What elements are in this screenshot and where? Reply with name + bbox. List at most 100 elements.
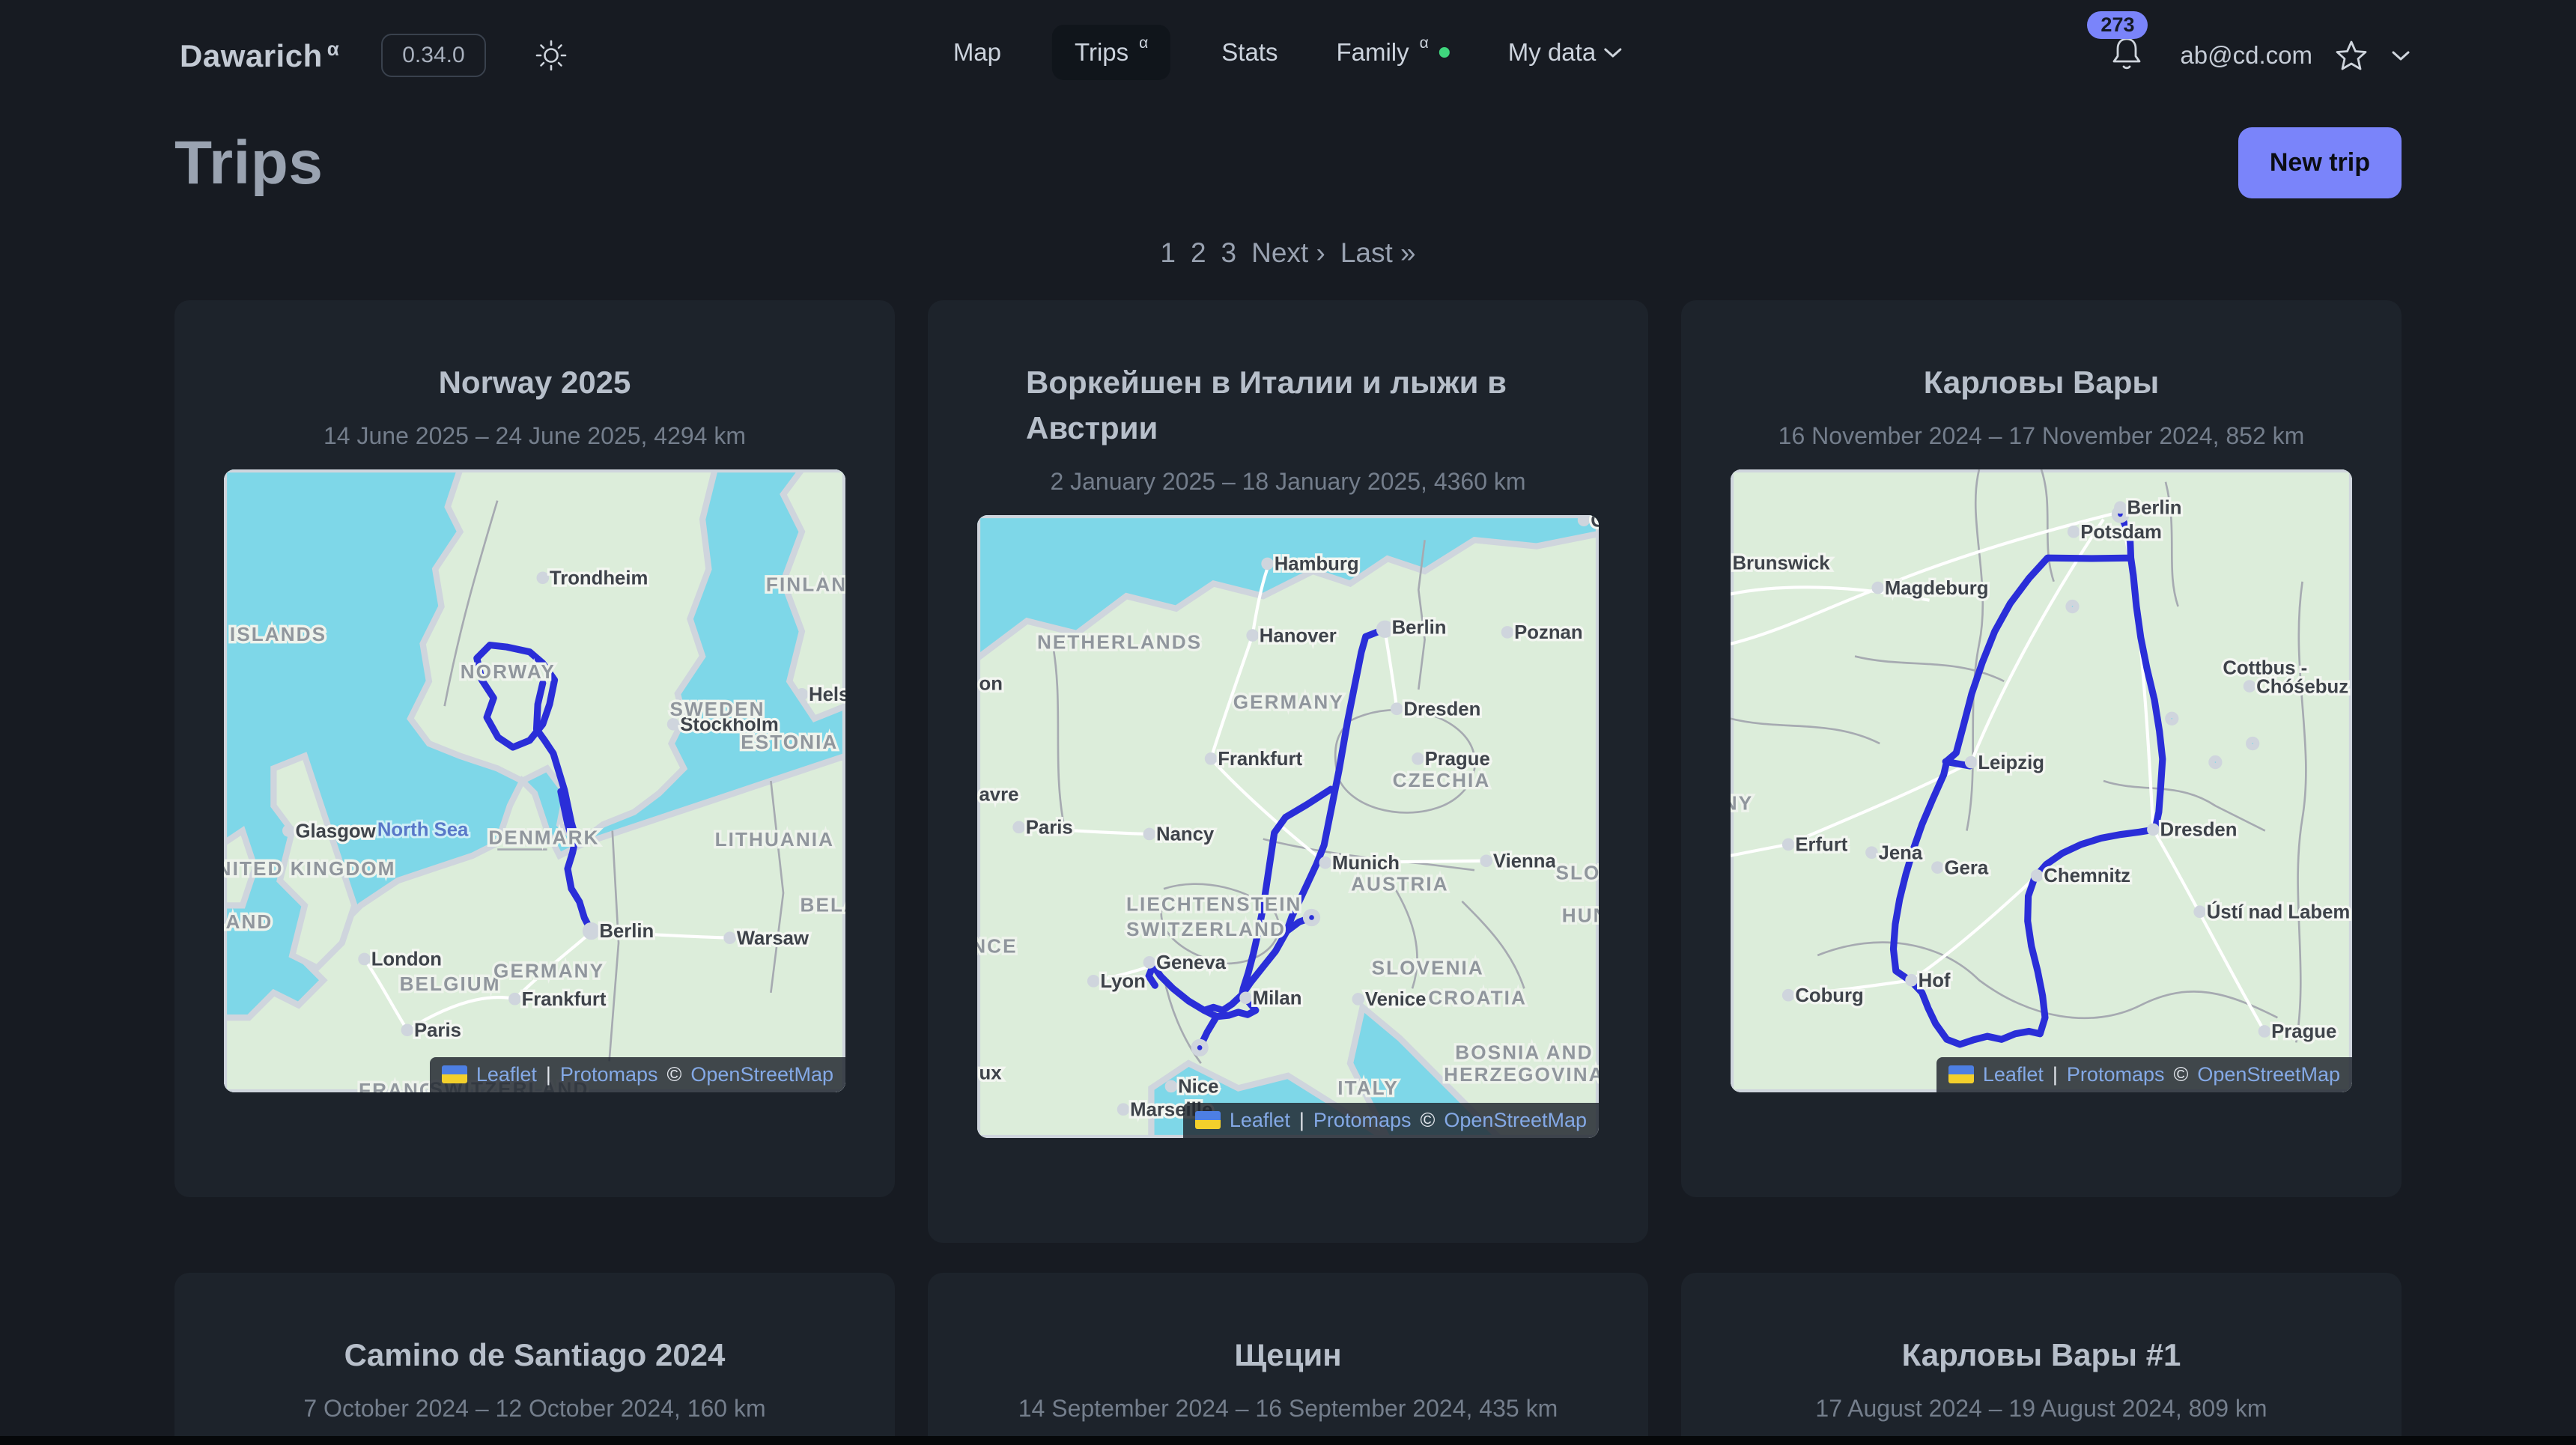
sun-icon <box>534 38 568 73</box>
map-attribution: Leaflet | Protomaps © OpenStreetMap <box>430 1057 845 1092</box>
svg-text:Frankfurt: Frankfurt <box>522 989 607 1010</box>
svg-text:NY: NY <box>1731 792 1753 815</box>
main-nav: Map Tripsα Stats Familyα My data <box>946 25 1630 80</box>
osm-link[interactable]: OpenStreetMap <box>690 1063 833 1086</box>
svg-text:Prague: Prague <box>1425 749 1490 770</box>
account-email[interactable]: ab@cd.com <box>2180 41 2312 70</box>
trip-dates: 14 June 2025 – 24 June 2025, 4294 km <box>224 422 845 450</box>
svg-text:Geneva: Geneva <box>1156 952 1227 973</box>
new-trip-button[interactable]: New trip <box>2238 127 2402 198</box>
account-menu-button[interactable] <box>2390 49 2411 62</box>
svg-text:Venice: Venice <box>1365 989 1427 1010</box>
svg-text:Poznan: Poznan <box>1514 622 1582 643</box>
trip-dates: 17 August 2024 – 19 August 2024, 809 km <box>1731 1395 2352 1423</box>
brand-name: Dawarich <box>180 38 323 73</box>
viewport-bottom-strip <box>0 1436 2576 1445</box>
alpha-badge: α <box>327 37 339 60</box>
svg-text:Prague: Prague <box>2271 1021 2336 1042</box>
svg-text:Hanover: Hanover <box>1260 625 1337 646</box>
svg-text:Erfurt: Erfurt <box>1795 834 1847 855</box>
notifications-button[interactable]: 273 <box>2108 34 2145 78</box>
nav-item-family[interactable]: Familyα <box>1328 26 1456 79</box>
protomaps-link[interactable]: Protomaps <box>2067 1063 2165 1086</box>
trips-page: Trips New trip 1 2 3 Next › Last » Norwa… <box>0 127 2576 1445</box>
svg-text:Milan: Milan <box>1253 988 1302 1009</box>
svg-text:Paris: Paris <box>414 1020 461 1041</box>
svg-text:FINLAND: FINLAND <box>766 574 845 596</box>
trip-title: Camino de Santiago 2024 <box>224 1333 845 1378</box>
svg-text:SLOVA: SLOVA <box>1555 861 1599 883</box>
svg-text:Vienna: Vienna <box>1493 851 1557 871</box>
nav-item-stats[interactable]: Stats <box>1214 26 1285 79</box>
trip-card-norway-2025[interactable]: Norway 2025 14 June 2025 – 24 June 2025,… <box>174 300 895 1197</box>
trip-card-szczecin[interactable]: Щецин 14 September 2024 – 16 September 2… <box>928 1273 1648 1445</box>
page-link-next[interactable]: Next › <box>1251 237 1325 269</box>
notifications-count-badge: 273 <box>2087 11 2148 39</box>
protomaps-link[interactable]: Protomaps <box>1313 1109 1412 1132</box>
page-link-1[interactable]: 1 <box>1160 237 1176 269</box>
svg-text:Glasgow: Glasgow <box>295 821 376 842</box>
trip-card-camino-de-santiago[interactable]: Camino de Santiago 2024 7 October 2024 –… <box>174 1273 895 1445</box>
app-logo[interactable]: Dawarichα <box>180 37 339 74</box>
ukraine-flag-icon <box>1195 1111 1221 1129</box>
svg-text:Hamburg: Hamburg <box>1275 553 1359 574</box>
trip-map[interactable]: TrondheimStockholmHelsinGlasgowLondonWar… <box>224 469 845 1092</box>
svg-text:Magdeburg: Magdeburg <box>1885 578 1989 599</box>
map-attribution: Leaflet | Protomaps © OpenStreetMap <box>1936 1057 2352 1092</box>
svg-text:NORWAY: NORWAY <box>461 660 556 683</box>
svg-text:Gera: Gera <box>1945 857 1989 878</box>
map-canvas: TrondheimStockholmHelsinGlasgowLondonWar… <box>224 469 845 1092</box>
trip-dates: 16 November 2024 – 17 November 2024, 852… <box>1731 422 2352 450</box>
attribution-separator: | <box>1299 1109 1304 1132</box>
page-link-2[interactable]: 2 <box>1191 237 1206 269</box>
svg-text:London: London <box>371 949 442 970</box>
svg-text:DENMARK: DENMARK <box>488 826 599 848</box>
svg-text:HERZEGOVINA: HERZEGOVINA <box>1444 1063 1599 1086</box>
trip-map[interactable]: BerlinPotsdamBrunswickMagdeburgCottbus -… <box>1731 469 2352 1092</box>
nav-item-map[interactable]: Map <box>946 26 1009 79</box>
pagination: 1 2 3 Next › Last » <box>174 237 2402 269</box>
svg-text:ITALY: ITALY <box>1337 1077 1399 1099</box>
trip-card-italy-austria[interactable]: Воркейшен в Италии и лыжи в Австрии 2 Ja… <box>928 300 1648 1243</box>
ukraine-flag-icon <box>442 1065 467 1083</box>
attribution-separator: | <box>2053 1063 2058 1086</box>
svg-text:Lyon: Lyon <box>1100 971 1145 992</box>
nav-item-my-data[interactable]: My data <box>1501 26 1630 79</box>
nav-item-trips[interactable]: Tripsα <box>1052 25 1170 80</box>
osm-link[interactable]: OpenStreetMap <box>2197 1063 2340 1086</box>
theme-toggle-button[interactable] <box>534 38 568 73</box>
page-link-3[interactable]: 3 <box>1221 237 1237 269</box>
ukraine-flag-icon <box>1948 1065 1974 1083</box>
copyright-symbol: © <box>666 1063 681 1086</box>
svg-text:North Sea: North Sea <box>377 819 469 840</box>
trip-map[interactable]: GdaHamburgHanoverBerlinPoznanDresdenFran… <box>977 515 1599 1138</box>
leaflet-link[interactable]: Leaflet <box>1230 1109 1290 1132</box>
trip-card-karlovy-vary-1[interactable]: Карловы Вары #1 17 August 2024 – 19 Augu… <box>1681 1273 2402 1445</box>
svg-text:Gda: Gda <box>1591 515 1599 531</box>
protomaps-link[interactable]: Protomaps <box>560 1063 658 1086</box>
svg-text:Ústí nad Labem: Ústí nad Labem <box>2207 900 2351 922</box>
svg-text:Chemnitz: Chemnitz <box>2044 866 2130 886</box>
leaflet-link[interactable]: Leaflet <box>476 1063 537 1086</box>
svg-text:LAND: LAND <box>224 910 273 933</box>
svg-text:avre: avre <box>979 784 1018 805</box>
svg-text:Berlin: Berlin <box>2127 497 2182 518</box>
svg-text:AUSTRIA: AUSTRIA <box>1351 872 1449 895</box>
page-link-last[interactable]: Last » <box>1340 237 1416 269</box>
leaflet-link[interactable]: Leaflet <box>1983 1063 2044 1086</box>
trip-title: Norway 2025 <box>224 360 845 406</box>
svg-text:Potsdam: Potsdam <box>2080 522 2162 543</box>
favorites-button[interactable] <box>2335 40 2368 71</box>
star-icon <box>2335 40 2368 71</box>
svg-text:GERMANY: GERMANY <box>1233 690 1344 713</box>
svg-text:BELA: BELA <box>801 893 845 916</box>
trip-grid: Norway 2025 14 June 2025 – 24 June 2025,… <box>174 300 2402 1445</box>
svg-text:E ISLANDS: E ISLANDS <box>224 623 326 645</box>
app-header: Dawarichα 0.34.0 Map Tripsα Stats Family… <box>0 0 2576 105</box>
trip-card-karlovy-vary[interactable]: Карловы Вары 16 November 2024 – 17 Novem… <box>1681 300 2402 1197</box>
svg-text:Helsin: Helsin <box>809 684 845 705</box>
chevron-down-icon <box>2390 49 2411 62</box>
svg-text:Frankfurt: Frankfurt <box>1218 749 1302 770</box>
svg-text:ANCE: ANCE <box>977 934 1018 957</box>
osm-link[interactable]: OpenStreetMap <box>1444 1109 1587 1132</box>
